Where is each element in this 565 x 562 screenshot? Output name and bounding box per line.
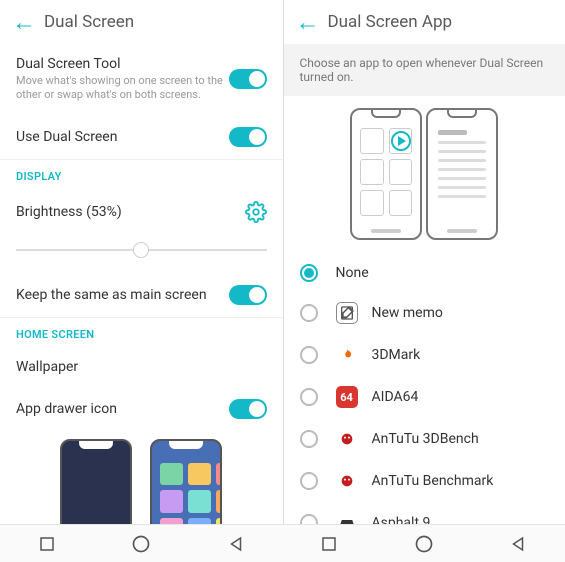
- app-icon: [336, 302, 358, 324]
- radio-button[interactable]: [300, 472, 318, 490]
- app-row[interactable]: 64 AIDA64: [284, 376, 565, 418]
- radio-button[interactable]: [300, 304, 318, 322]
- app-row[interactable]: AnTuTu Benchmark: [284, 460, 565, 502]
- app-row[interactable]: AnTuTu 3DBench: [284, 418, 565, 460]
- nav-back-icon[interactable]: [509, 535, 527, 553]
- row-app-drawer-icon[interactable]: App drawer icon: [0, 387, 283, 431]
- keep-same-title: Keep the same as main screen: [16, 287, 229, 303]
- app-icon: [336, 512, 358, 524]
- brightness-slider[interactable]: [0, 235, 283, 273]
- app-drawer-title: App drawer icon: [16, 401, 229, 417]
- use-dual-screen-title: Use Dual Screen: [16, 129, 229, 145]
- dual-screen-app-picker: ← Dual Screen App Choose an app to open …: [283, 0, 565, 524]
- mini-phone-drawer: [150, 439, 222, 524]
- hero-phone-right: [426, 108, 498, 240]
- dual-screen-tool-sub: Move what's showing on one screen to the…: [16, 74, 229, 103]
- page-title: Dual Screen App: [328, 12, 453, 32]
- app-drawer-toggle[interactable]: [229, 399, 267, 419]
- app-row[interactable]: None: [284, 254, 565, 292]
- row-dual-screen-tool[interactable]: Dual Screen Tool Move what's showing on …: [0, 44, 283, 115]
- radio-button[interactable]: [300, 346, 318, 364]
- nav-recent-icon[interactable]: [38, 535, 56, 553]
- app-label: 3DMark: [372, 347, 421, 363]
- back-arrow-icon[interactable]: ←: [12, 10, 36, 34]
- app-list: None New memo 3DMark 64 AIDA64 AnTuTu 3DBench…: [284, 254, 565, 524]
- prompt-banner: Choose an app to open whenever Dual Scre…: [284, 44, 565, 96]
- mini-phone-home: [60, 439, 132, 524]
- hero-phone-left: [350, 108, 422, 240]
- radio-button[interactable]: [300, 388, 318, 406]
- app-label: Asphalt 9: [372, 515, 431, 524]
- header-right: ← Dual Screen App: [284, 0, 565, 44]
- dual-screen-tool-toggle[interactable]: [229, 69, 267, 89]
- app-label: None: [336, 265, 369, 281]
- slider-thumb[interactable]: [133, 242, 149, 258]
- radio-button[interactable]: [300, 430, 318, 448]
- nav-recent-icon[interactable]: [320, 535, 338, 553]
- nav-bar: [0, 524, 565, 562]
- app-label: AnTuTu Benchmark: [372, 473, 494, 489]
- row-wallpaper[interactable]: Wallpaper: [0, 347, 283, 387]
- app-icon: 64: [336, 386, 358, 408]
- radio-button[interactable]: [300, 514, 318, 524]
- app-icon: [336, 344, 358, 366]
- app-row[interactable]: New memo: [284, 292, 565, 334]
- app-label: AIDA64: [372, 389, 419, 405]
- page-title: Dual Screen: [44, 12, 134, 32]
- brightness-title: Brightness (53%): [16, 204, 245, 220]
- nav-home-icon[interactable]: [414, 534, 434, 554]
- keep-same-toggle[interactable]: [229, 285, 267, 305]
- section-display: DISPLAY: [0, 160, 283, 189]
- nav-home-icon[interactable]: [131, 534, 151, 554]
- phone-preview: [0, 431, 283, 524]
- wallpaper-title: Wallpaper: [16, 359, 267, 375]
- app-icon: [336, 470, 358, 492]
- nav-back-icon[interactable]: [227, 535, 245, 553]
- gear-icon[interactable]: [245, 201, 267, 223]
- use-dual-screen-toggle[interactable]: [229, 127, 267, 147]
- app-row[interactable]: 3DMark: [284, 334, 565, 376]
- app-icon: [336, 428, 358, 450]
- section-home-screen: HOME SCREEN: [0, 318, 283, 347]
- app-row[interactable]: Asphalt 9: [284, 502, 565, 524]
- row-brightness[interactable]: Brightness (53%): [0, 189, 283, 235]
- app-label: AnTuTu 3DBench: [372, 431, 479, 447]
- row-keep-same[interactable]: Keep the same as main screen: [0, 273, 283, 317]
- dual-screen-tool-title: Dual Screen Tool: [16, 56, 229, 72]
- back-arrow-icon[interactable]: ←: [296, 10, 320, 34]
- app-label: New memo: [372, 305, 443, 321]
- radio-button[interactable]: [300, 264, 318, 282]
- hero-illustration: [284, 96, 565, 254]
- header-left: ← Dual Screen: [0, 0, 283, 44]
- row-use-dual-screen[interactable]: Use Dual Screen: [0, 115, 283, 159]
- settings-dual-screen: ← Dual Screen Dual Screen Tool Move what…: [0, 0, 283, 524]
